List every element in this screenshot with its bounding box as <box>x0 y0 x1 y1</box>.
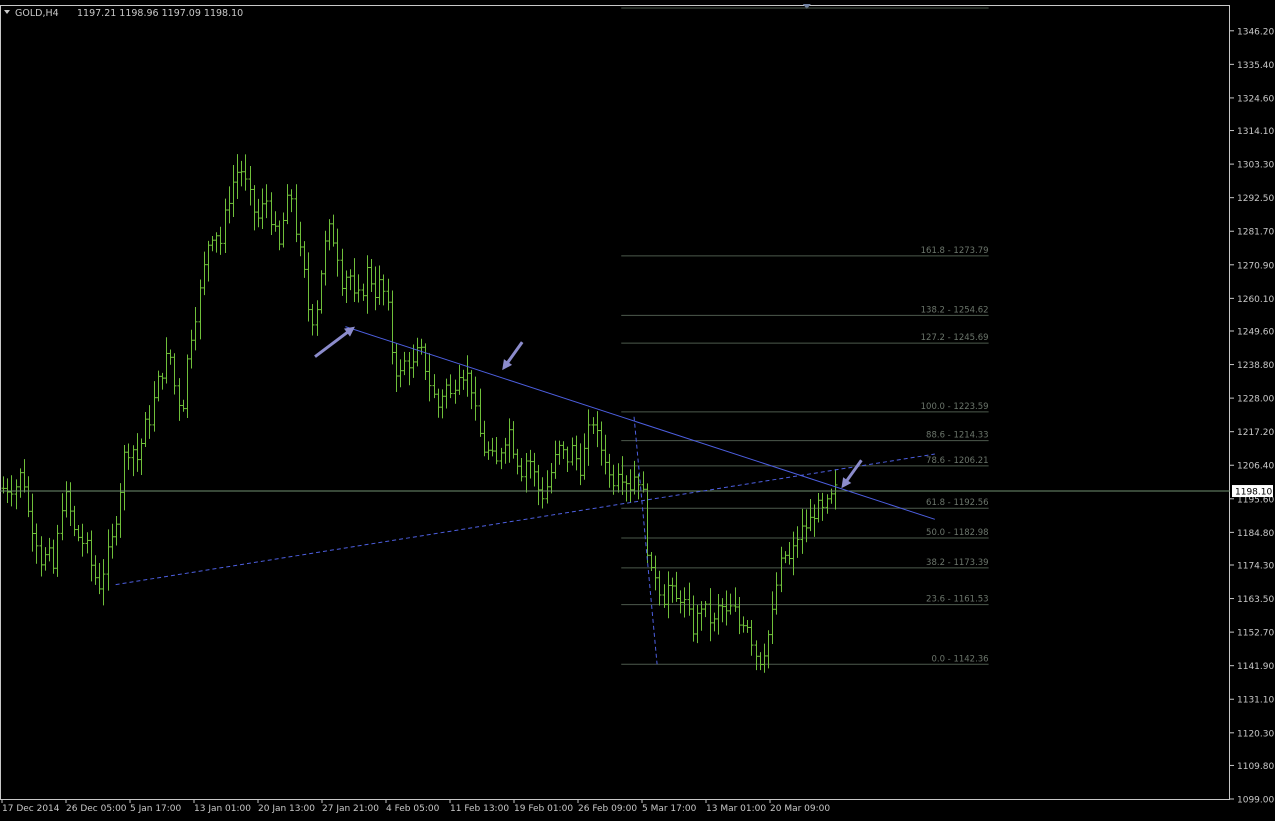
time-tick-label: 17 Dec 2014 <box>2 804 60 814</box>
time-tick-label: 26 Dec 05:00 <box>66 804 127 814</box>
dashed-trendline[interactable] <box>633 416 658 665</box>
time-tick-label: 26 Feb 09:00 <box>578 804 637 814</box>
annotation-arrow[interactable] <box>502 341 524 371</box>
price-tick-label: 1120.30 <box>1237 729 1274 739</box>
price-tick-label: 1217.20 <box>1237 428 1274 438</box>
time-tick-label: 13 Jan 01:00 <box>194 804 251 814</box>
price-tick-label: 1346.20 <box>1237 27 1274 37</box>
fib-level-label: 61.8 - 1192.56 <box>926 498 989 508</box>
price-tick-label: 1281.70 <box>1237 228 1274 238</box>
price-tick-label: 1174.30 <box>1237 561 1274 571</box>
price-tick-label: 1163.50 <box>1237 595 1274 605</box>
chart-canvas[interactable]: 161.8 - 1273.79 138.2 - 1254.62 127.2 - 12… <box>0 0 1275 817</box>
annotation-arrow[interactable] <box>841 459 863 489</box>
dashed-trendline[interactable] <box>115 453 935 586</box>
price-tick-label: 1335.40 <box>1237 61 1274 71</box>
price-tick-label: 1303.30 <box>1237 161 1274 171</box>
price-tick-label: 1270.90 <box>1237 261 1274 271</box>
time-tick-label: 19 Feb 01:00 <box>514 804 573 814</box>
chart-window[interactable]: 161.8 - 1273.79 138.2 - 1254.62 127.2 - 12… <box>0 0 1275 817</box>
fib-level-label: 127.2 - 1245.69 <box>921 333 989 343</box>
arrow-shaft <box>505 341 524 366</box>
time-tick-label: 27 Jan 21:00 <box>322 804 379 814</box>
price-tick-label: 1292.50 <box>1237 194 1274 204</box>
arrow-shaft <box>314 329 351 358</box>
price-tick-label: 1141.90 <box>1237 662 1274 672</box>
fib-level-label: 138.2 - 1254.62 <box>921 305 989 315</box>
time-tick-label: 11 Feb 13:00 <box>450 804 509 814</box>
price-tick-label: 1238.80 <box>1237 361 1274 371</box>
time-tick-label: 13 Mar 01:00 <box>706 804 766 814</box>
fib-level-label: 0.0 - 1142.36 <box>931 654 988 664</box>
price-tick-label: 1249.60 <box>1237 327 1274 337</box>
price-tick-label: 1152.70 <box>1237 629 1274 639</box>
time-tick-label: 20 Jan 13:00 <box>258 804 315 814</box>
solid-trendline[interactable] <box>345 326 935 520</box>
ohlc-readout: 1197.21 1198.96 1197.09 1198.10 <box>77 8 243 19</box>
price-tick-label: 1314.10 <box>1237 127 1274 137</box>
price-tick-label: 1099.00 <box>1237 796 1274 806</box>
arrow-shaft <box>844 459 863 484</box>
plot-frame <box>0 5 1230 800</box>
time-tick-label: 4 Feb 05:00 <box>386 804 440 814</box>
fib-level-label: 100.0 - 1223.59 <box>921 402 989 412</box>
symbol-label: GOLD,H4 <box>15 8 59 19</box>
price-tick-label: 1131.10 <box>1237 696 1274 706</box>
fib-level-label: 23.6 - 1161.53 <box>926 595 989 605</box>
price-tick-label: 1206.40 <box>1237 462 1274 472</box>
fib-level-label: 78.6 - 1206.21 <box>926 456 989 466</box>
fib-level-label: 38.2 - 1173.39 <box>926 558 989 568</box>
price-tick-label: 1228.00 <box>1237 395 1274 405</box>
price-tick-label: 1184.80 <box>1237 529 1274 539</box>
fib-level-label: 50.0 - 1182.98 <box>926 528 989 538</box>
annotation-arrow[interactable] <box>314 326 355 358</box>
fib-level-label: 88.6 - 1214.33 <box>926 431 989 441</box>
time-tick-label: 5 Jan 17:00 <box>130 804 182 814</box>
price-tick-label: 1260.10 <box>1237 295 1274 305</box>
price-tick-label: 1109.80 <box>1237 762 1274 772</box>
price-tick-label: 1324.60 <box>1237 94 1274 104</box>
fib-level-label: 161.8 - 1273.79 <box>921 246 989 256</box>
current-price-label: 1198.10 <box>1235 488 1272 498</box>
time-tick-label: 5 Mar 17:00 <box>642 804 697 814</box>
dropdown-triangle-icon[interactable] <box>4 10 10 14</box>
time-tick-label: 20 Mar 09:00 <box>770 804 830 814</box>
